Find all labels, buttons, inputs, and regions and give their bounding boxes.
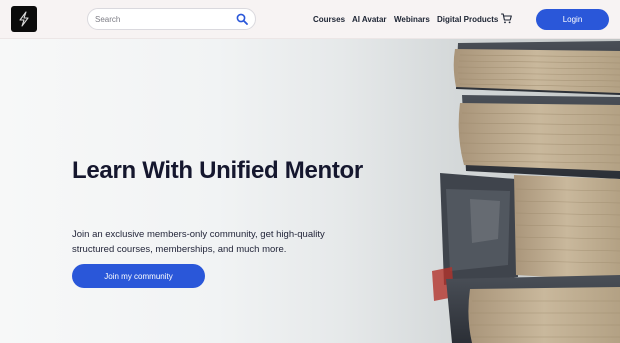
nav-digital-products[interactable]: Digital Products	[437, 14, 498, 26]
nav-webinars[interactable]: Webinars	[394, 14, 430, 26]
site-header: Courses AI Avatar Webinars Digital Produ…	[0, 0, 620, 39]
search-bar	[87, 8, 256, 30]
nav-courses[interactable]: Courses	[313, 14, 345, 26]
search-icon[interactable]	[236, 13, 248, 25]
logo[interactable]	[11, 6, 37, 32]
books-stack-image	[432, 41, 620, 343]
hero-title: Learn With Unified Mentor	[72, 157, 363, 184]
join-community-button[interactable]: Join my community	[72, 264, 205, 288]
search-input[interactable]	[95, 11, 230, 27]
hero-description: Join an exclusive members-only community…	[72, 229, 325, 255]
hero-section: Learn With Unified Mentor Join an exclus…	[0, 39, 620, 343]
login-button[interactable]: Login	[536, 9, 609, 30]
shopping-cart-icon[interactable]	[501, 13, 512, 24]
lightning-bolt-icon	[19, 11, 29, 27]
nav-ai-avatar[interactable]: AI Avatar	[352, 14, 387, 26]
